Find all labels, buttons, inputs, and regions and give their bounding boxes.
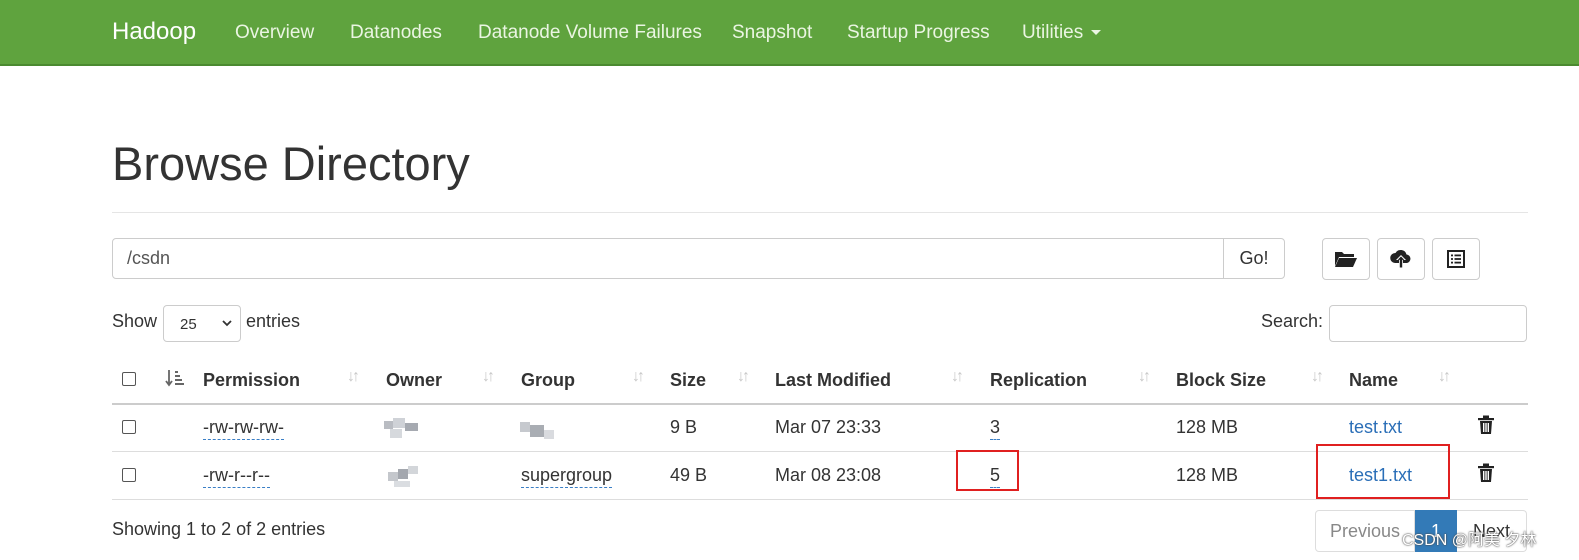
select-all-checkbox[interactable]	[122, 372, 136, 386]
sort-icon[interactable]: ↓↑	[951, 368, 964, 386]
trash-icon[interactable]	[1477, 415, 1495, 435]
entries-label: entries	[246, 311, 301, 331]
watermark: CSDN @阿美 夕林	[1402, 532, 1537, 549]
column-header-last-modified[interactable]: Last Modified	[775, 370, 891, 391]
sort-icon[interactable]: ↓↑	[347, 368, 360, 386]
sort-icon[interactable]: ↓↑	[632, 368, 645, 386]
permission-value[interactable]: -rw-rw-rw-	[203, 417, 284, 440]
list-alt-icon	[1447, 250, 1465, 268]
search-label: Search:	[1261, 311, 1324, 331]
last-modified-value: Mar 07 23:33	[775, 417, 882, 437]
replication-value[interactable]: 3	[990, 417, 1001, 440]
nav-utilities-dropdown[interactable]: Utilities	[1022, 22, 1102, 44]
title-divider	[112, 212, 1528, 213]
row-checkbox[interactable]	[122, 420, 136, 434]
chevron-down-icon	[222, 320, 232, 327]
previous-page-button[interactable]: Previous	[1315, 510, 1415, 552]
nav-datanodes[interactable]: Datanodes	[350, 22, 442, 44]
size-value: 9 B	[670, 417, 698, 437]
block-size-value: 128 MB	[1176, 465, 1239, 485]
column-header-name[interactable]: Name	[1349, 370, 1398, 391]
entries-per-page-select[interactable]: 25	[163, 305, 241, 342]
permission-value[interactable]: -rw-r--r--	[203, 465, 270, 488]
nav-overview[interactable]: Overview	[235, 22, 314, 44]
column-header-replication[interactable]: Replication	[990, 370, 1087, 391]
row-divider	[112, 499, 1528, 500]
folder-open-icon	[1335, 252, 1357, 267]
page-title: Browse Directory	[112, 137, 470, 190]
last-modified-value: Mar 08 23:08	[775, 465, 882, 485]
file-name-link[interactable]: test.txt	[1349, 417, 1402, 438]
sort-icon[interactable]: ↓↑	[1438, 368, 1451, 386]
owner-redacted	[384, 418, 418, 440]
table-search-input[interactable]	[1329, 305, 1527, 342]
top-navbar: Hadoop Overview Datanodes Datanode Volum…	[0, 0, 1579, 66]
brand-logo[interactable]: Hadoop	[112, 18, 196, 46]
block-size-value: 128 MB	[1176, 417, 1239, 437]
cloud-upload-icon	[1390, 250, 1411, 268]
size-value: 49 B	[670, 465, 708, 485]
sort-icon[interactable]: ↓↑	[1138, 368, 1151, 386]
group-value[interactable]: supergroup	[521, 465, 613, 488]
sort-descending-icon[interactable]	[165, 369, 185, 387]
sort-icon[interactable]: ↓↑	[482, 368, 495, 386]
upload-files-button[interactable]	[1377, 238, 1425, 280]
replication-highlight-box	[956, 450, 1019, 491]
column-header-group[interactable]: Group	[521, 370, 575, 391]
sort-icon[interactable]: ↓↑	[737, 368, 750, 386]
sort-icon[interactable]: ↓↑	[1311, 368, 1324, 386]
nav-datanode-volume-failures[interactable]: Datanode Volume Failures	[478, 22, 702, 44]
entries-per-page-value: 25	[180, 316, 197, 333]
caret-down-icon	[1091, 30, 1102, 36]
nav-utilities-label: Utilities	[1022, 22, 1084, 43]
cut-paste-button[interactable]	[1432, 238, 1480, 280]
column-header-size[interactable]: Size	[670, 370, 706, 391]
owner-redacted	[386, 466, 420, 488]
row-checkbox[interactable]	[122, 468, 136, 482]
table-header-divider	[112, 403, 1528, 405]
go-button[interactable]: Go!	[1223, 238, 1285, 279]
table-info: Showing 1 to 2 of 2 entries	[112, 519, 326, 539]
group-redacted	[520, 420, 554, 442]
nav-snapshot[interactable]: Snapshot	[732, 22, 812, 44]
show-label: Show	[112, 311, 158, 331]
column-header-permission[interactable]: Permission	[203, 370, 300, 391]
column-header-block-size[interactable]: Block Size	[1176, 370, 1266, 391]
nav-startup-progress[interactable]: Startup Progress	[847, 22, 990, 44]
filename-highlight-box	[1316, 444, 1450, 499]
create-directory-button[interactable]	[1322, 238, 1370, 280]
directory-path-input[interactable]	[112, 238, 1225, 279]
trash-icon[interactable]	[1477, 463, 1495, 483]
column-header-owner[interactable]: Owner	[386, 370, 442, 391]
